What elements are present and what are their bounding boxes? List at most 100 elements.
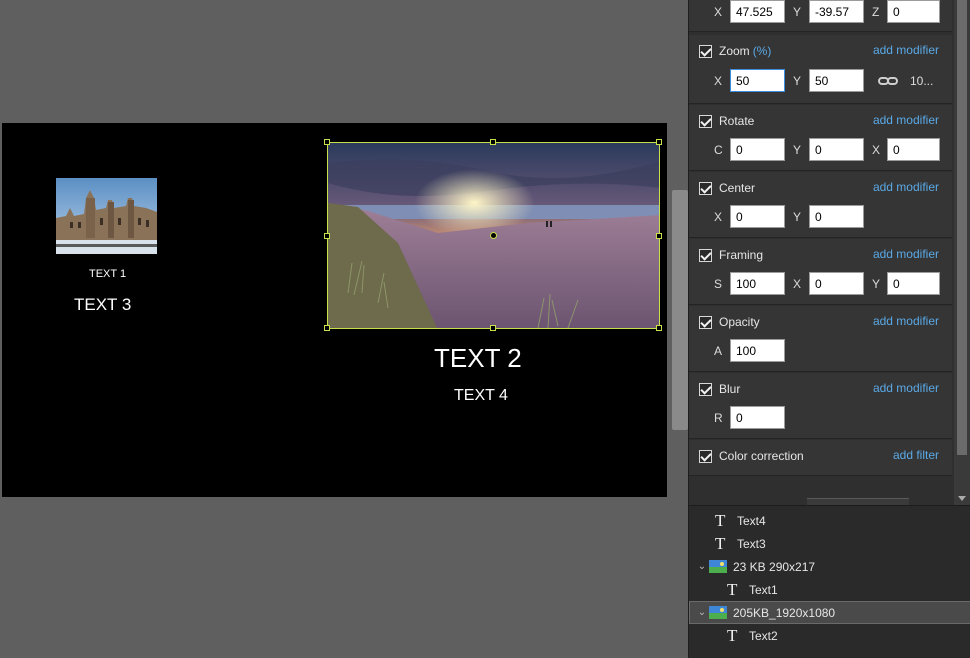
text-2-label[interactable]: TEXT 2 — [434, 343, 522, 374]
rotate-title: Rotate — [719, 114, 755, 128]
zoom-unit-link[interactable]: (%) — [753, 44, 772, 58]
layer-label: Text4 — [737, 513, 766, 528]
center-title: Center — [719, 181, 756, 195]
position-y-input[interactable]: -39.57 — [809, 0, 864, 23]
center-x-label: X — [714, 210, 723, 224]
opacity-a-input[interactable]: 100 — [730, 339, 785, 362]
image-icon — [709, 560, 727, 573]
text-icon: T — [727, 579, 738, 599]
layer-item-text3[interactable]: T Text3 — [689, 532, 970, 555]
center-section: Center add modifier X 0 Y 0 — [689, 172, 952, 238]
blur-r-input[interactable]: 0 — [730, 406, 785, 429]
color-correction-section: Color correction add filter — [689, 440, 952, 476]
blur-checkbox[interactable] — [699, 382, 712, 396]
center-y-input[interactable]: 0 — [809, 205, 864, 228]
position-section: X 47.525 Y -39.57 Z 0 — [689, 0, 952, 32]
framing-y-input[interactable]: 0 — [887, 272, 940, 295]
position-x-label: X — [714, 5, 723, 19]
rotate-c-input[interactable]: 0 — [730, 138, 785, 161]
workspace-scrollbar-thumb[interactable] — [672, 190, 688, 430]
opacity-a-label: A — [714, 344, 723, 358]
layer-item-text2[interactable]: T Text2 — [689, 624, 970, 647]
layers-tree: T Text4 T Text3 ⌄ 23 KB 290x217 T Text1 … — [688, 505, 970, 658]
zoom-linked-value: 10... — [910, 74, 934, 88]
blur-r-label: R — [714, 411, 723, 425]
center-checkbox[interactable] — [699, 181, 712, 195]
center-x-input[interactable]: 0 — [730, 205, 785, 228]
rotate-checkbox[interactable] — [699, 114, 712, 128]
zoom-section: Zoom (%) add modifier X 50 Y 50 10... — [689, 35, 952, 104]
framing-checkbox[interactable] — [699, 248, 712, 262]
text-icon: T — [727, 625, 738, 645]
properties-scrollbar-thumb[interactable] — [957, 0, 967, 455]
resize-handle-bottom-left[interactable] — [324, 325, 330, 331]
text-1-label[interactable]: TEXT 1 — [89, 268, 126, 280]
slide-canvas[interactable]: TEXT 1 TEXT 3 TEXT 2 TEXT 4 — [2, 123, 667, 497]
zoom-add-modifier-link[interactable]: add modifier — [873, 43, 939, 57]
framing-add-modifier-link[interactable]: add modifier — [873, 247, 939, 261]
color-correction-checkbox[interactable] — [699, 449, 712, 463]
layer-item-text1[interactable]: T Text1 — [689, 578, 970, 601]
color-correction-title: Color correction — [719, 449, 804, 463]
layer-label: Text1 — [749, 582, 778, 597]
rotate-section: Rotate add modifier C 0 Y 0 X 0 — [689, 105, 952, 171]
chevron-down-icon[interactable]: ⌄ — [695, 561, 709, 572]
rotate-c-label: C — [714, 143, 723, 157]
collapsed-control — [807, 498, 909, 505]
properties-scrollbar[interactable] — [954, 0, 970, 505]
text-4-label[interactable]: TEXT 4 — [454, 387, 508, 405]
framing-y-label: Y — [872, 277, 881, 291]
resize-handle-right[interactable] — [656, 233, 662, 239]
position-z-label: Z — [872, 5, 880, 19]
properties-panel: X 47.525 Y -39.57 Z 0 Zoom (%) add modif… — [688, 0, 970, 505]
zoom-x-label: X — [714, 74, 723, 88]
color-correction-add-filter-link[interactable]: add filter — [893, 448, 939, 462]
rotate-y-input[interactable]: 0 — [809, 138, 864, 161]
preview-workspace[interactable]: TEXT 1 TEXT 3 TEXT 2 TEXT 4 — [0, 0, 672, 658]
scroll-down-arrow-icon[interactable] — [958, 496, 966, 501]
link-chain-icon[interactable] — [878, 74, 898, 92]
resize-handle-top-left[interactable] — [324, 139, 330, 145]
framing-section: Framing add modifier S 100 X 0 Y 0 — [689, 239, 952, 305]
rotate-y-label: Y — [793, 143, 802, 157]
blur-section: Blur add modifier R 0 — [689, 373, 952, 439]
layer-label: 205KB_1920x1080 — [733, 605, 836, 620]
text-icon: T — [715, 533, 726, 553]
rotate-add-modifier-link[interactable]: add modifier — [873, 113, 939, 127]
blur-add-modifier-link[interactable]: add modifier — [873, 381, 939, 395]
position-x-input[interactable]: 47.525 — [730, 0, 785, 23]
position-y-label: Y — [793, 5, 802, 19]
layer-label: 23 KB 290x217 — [733, 559, 816, 574]
framing-title: Framing — [719, 248, 764, 262]
rotate-x-input[interactable]: 0 — [887, 138, 940, 161]
layer-label: Text3 — [737, 536, 766, 551]
resize-handle-top-right[interactable] — [656, 139, 662, 145]
framing-x-input[interactable]: 0 — [809, 272, 864, 295]
zoom-checkbox[interactable] — [699, 44, 712, 58]
opacity-add-modifier-link[interactable]: add modifier — [873, 314, 939, 328]
resize-handle-bottom-right[interactable] — [656, 325, 662, 331]
text-3-label[interactable]: TEXT 3 — [74, 295, 131, 315]
zoom-y-input[interactable]: 50 — [809, 69, 864, 92]
chevron-down-icon[interactable]: ⌄ — [695, 607, 709, 618]
resize-handle-top[interactable] — [490, 139, 496, 145]
center-y-label: Y — [793, 210, 802, 224]
workspace-scrollbar[interactable] — [672, 0, 688, 658]
blur-title: Blur — [719, 382, 741, 396]
resize-handle-left[interactable] — [324, 233, 330, 239]
zoom-y-label: Y — [793, 74, 802, 88]
center-add-modifier-link[interactable]: add modifier — [873, 180, 939, 194]
framing-s-input[interactable]: 100 — [730, 272, 785, 295]
image-icon — [709, 606, 727, 619]
layer-item-text4[interactable]: T Text4 — [689, 509, 970, 532]
center-point-handle[interactable] — [490, 232, 497, 239]
position-z-input[interactable]: 0 — [887, 0, 940, 23]
layer-item-image-205kb[interactable]: ⌄ 205KB_1920x1080 — [689, 601, 970, 624]
opacity-title: Opacity — [719, 315, 760, 329]
layer-item-image-23kb[interactable]: ⌄ 23 KB 290x217 — [689, 555, 970, 578]
resize-handle-bottom[interactable] — [490, 325, 496, 331]
framing-x-label: X — [793, 277, 802, 291]
zoom-x-input[interactable]: 50 — [730, 69, 785, 92]
castle-image[interactable] — [56, 178, 157, 254]
opacity-checkbox[interactable] — [699, 315, 712, 329]
